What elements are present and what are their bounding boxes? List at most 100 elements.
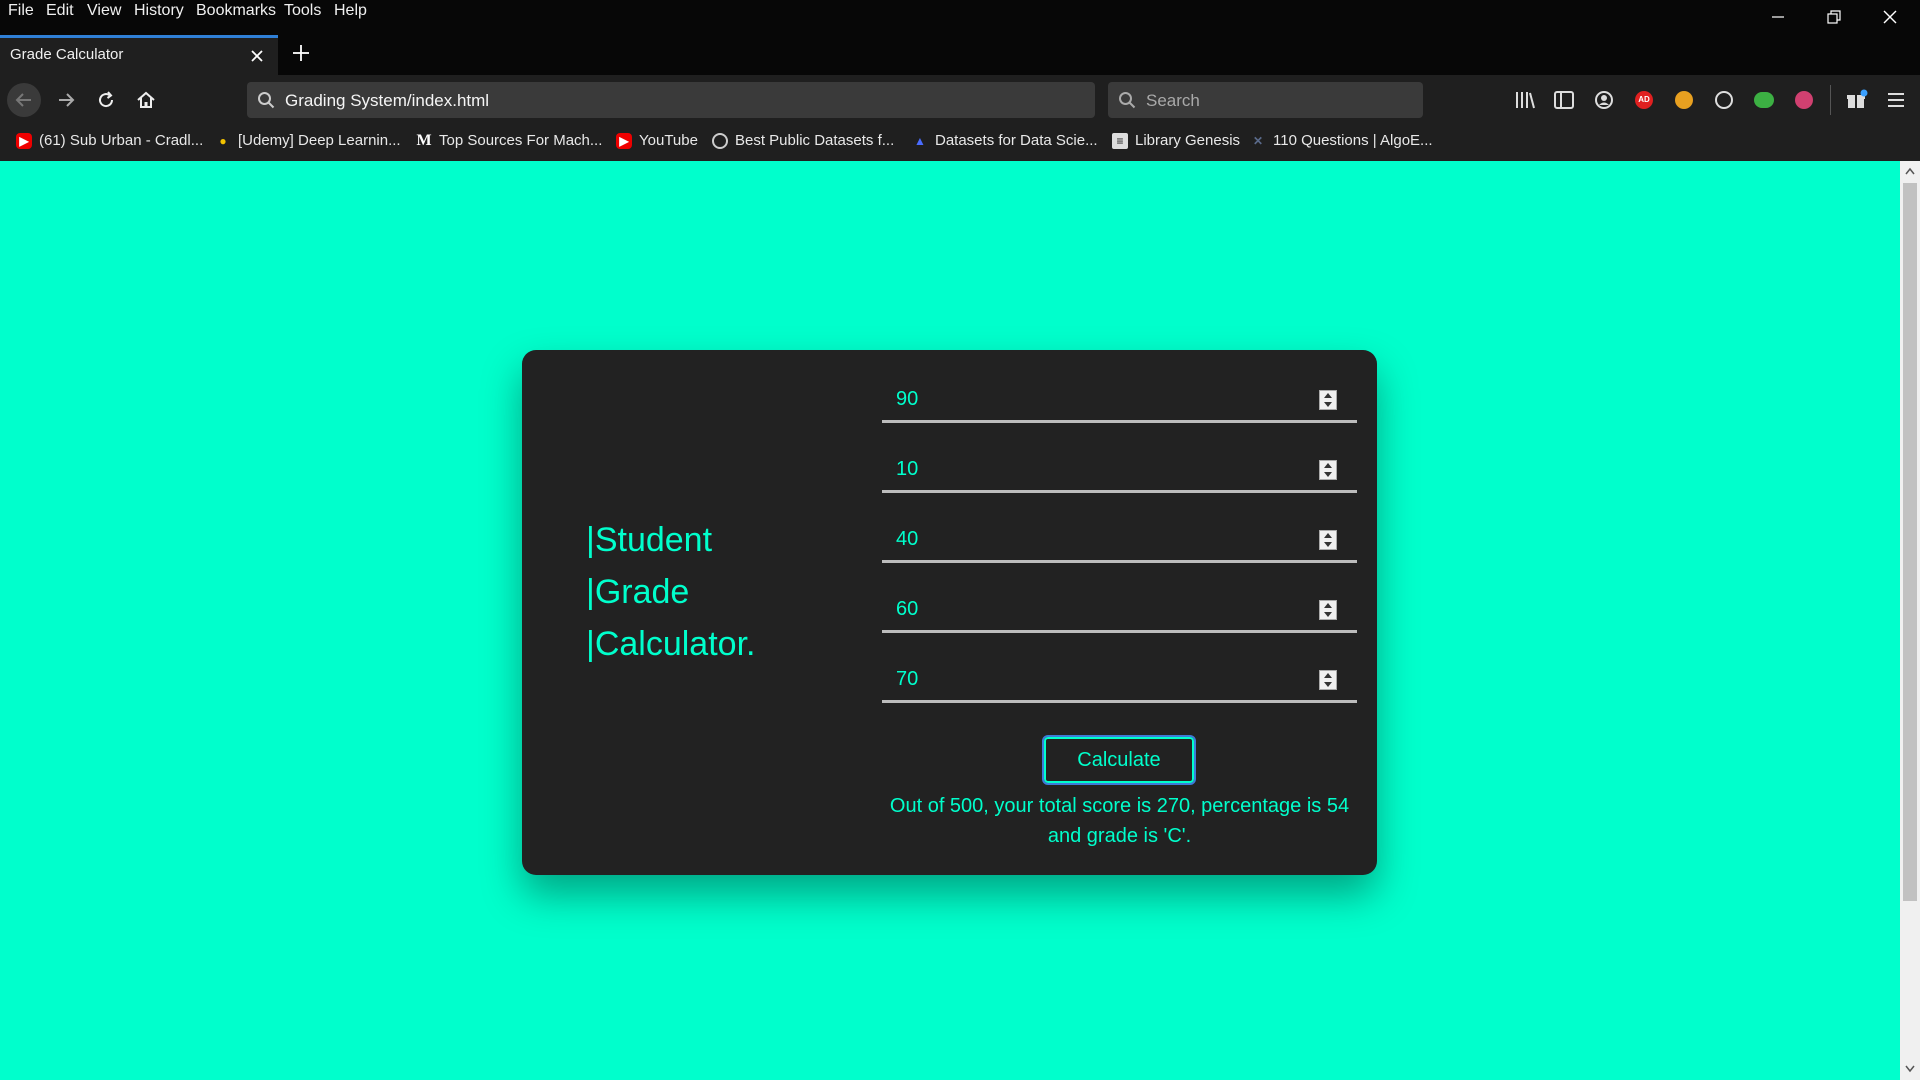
number-spinner[interactable] xyxy=(1319,530,1337,550)
sidebar-icon[interactable] xyxy=(1554,91,1574,109)
bookmark-item[interactable]: ≡ Library Genesis xyxy=(1112,132,1240,149)
address-bar[interactable]: Grading System/index.html xyxy=(247,82,1095,118)
calculator-card: |Student |Grade |Calculator. 90 10 40 60… xyxy=(522,350,1377,875)
title-line-grade: |Grade xyxy=(586,573,690,611)
spin-down-icon xyxy=(1324,402,1332,407)
score-value: 40 xyxy=(896,528,919,550)
score-input-4[interactable]: 60 xyxy=(882,590,1357,633)
bookmark-item[interactable]: ▲ Datasets for Data Scie... xyxy=(912,132,1098,149)
spin-up-icon xyxy=(1324,393,1332,398)
tab-grade-calculator[interactable]: Grade Calculator xyxy=(0,35,278,75)
library-icon[interactable] xyxy=(1514,90,1536,110)
navigation-bar: Grading System/index.html Search AD xyxy=(0,75,1920,126)
new-tab-icon[interactable] xyxy=(292,44,310,62)
vertical-scrollbar[interactable] xyxy=(1900,161,1920,1080)
spin-down-icon xyxy=(1324,612,1332,617)
page-title: |Student |Grade |Calculator. xyxy=(586,514,755,670)
tab-bar: Grade Calculator xyxy=(0,27,1920,75)
home-icon[interactable] xyxy=(136,90,156,110)
youtube-icon: ▶ xyxy=(16,132,32,149)
number-spinner[interactable] xyxy=(1319,390,1337,410)
search-bar[interactable]: Search xyxy=(1108,82,1423,118)
url-text: Grading System/index.html xyxy=(285,91,490,110)
bookmarks-bar: ▶ (61) Sub Urban - Cradl... ● [Udemy] De… xyxy=(0,126,1920,161)
score-input-2[interactable]: 10 xyxy=(882,450,1357,493)
extension-icon[interactable] xyxy=(1675,91,1693,109)
triangle-icon: ▲ xyxy=(914,133,926,148)
search-icon xyxy=(258,92,275,109)
bookmark-item[interactable]: ● [Udemy] Deep Learnin... xyxy=(215,132,401,149)
bookmark-item[interactable]: ▶ (61) Sub Urban - Cradl... xyxy=(16,132,203,149)
spin-up-icon xyxy=(1324,673,1332,678)
algo-icon: ✕ xyxy=(1252,133,1264,148)
title-line-student: |Student xyxy=(586,521,713,559)
spin-up-icon xyxy=(1324,533,1332,538)
extension-icon[interactable] xyxy=(1795,91,1813,109)
title-line-calculator: |Calculator. xyxy=(586,625,756,663)
hamburger-menu-icon[interactable] xyxy=(1887,91,1905,109)
score-input-3[interactable]: 40 xyxy=(882,520,1357,563)
score-input-1[interactable]: 90 xyxy=(882,380,1357,423)
globe-icon xyxy=(712,132,728,149)
score-input-5[interactable]: 70 xyxy=(882,660,1357,703)
result-line-1: Out of 500, your total score is 270, per… xyxy=(889,795,1350,817)
result-text: Out of 500, your total score is 270, per… xyxy=(882,791,1357,851)
search-placeholder: Search xyxy=(1146,91,1200,110)
bookmark-label: 110 Questions | AlgoE... xyxy=(1273,132,1433,149)
spin-down-icon xyxy=(1324,542,1332,547)
bookmark-item[interactable]: ✕ 110 Questions | AlgoE... xyxy=(1250,132,1433,149)
menu-tools[interactable]: Tools xyxy=(284,2,321,20)
bookmark-label: Best Public Datasets f... xyxy=(735,132,895,149)
result-line-2: and grade is 'C'. xyxy=(1047,825,1192,847)
whats-new-icon[interactable] xyxy=(1846,89,1868,111)
menu-bookmarks[interactable]: Bookmarks xyxy=(196,2,276,20)
bookmark-item[interactable]: Best Public Datasets f... xyxy=(712,132,894,149)
reload-icon[interactable] xyxy=(97,91,115,109)
menu-help[interactable]: Help xyxy=(334,2,367,20)
number-spinner[interactable] xyxy=(1319,600,1337,620)
adblock-extension-icon[interactable]: AD xyxy=(1635,91,1653,109)
search-icon xyxy=(1119,92,1136,109)
bookmark-label: Library Genesis xyxy=(1135,132,1241,149)
score-value: 90 xyxy=(896,388,919,410)
extension-icon[interactable] xyxy=(1754,92,1774,108)
bookmark-label: Top Sources For Mach... xyxy=(439,132,603,149)
toolbar-divider xyxy=(1830,85,1831,115)
extension-icon[interactable] xyxy=(1715,91,1733,109)
youtube-icon: ▶ xyxy=(616,132,632,149)
scroll-down-arrow-icon[interactable] xyxy=(1905,1065,1915,1073)
bookmark-item[interactable]: M Top Sources For Mach... xyxy=(416,132,602,149)
back-arrow-icon xyxy=(15,93,31,107)
menu-view[interactable]: View xyxy=(87,2,121,20)
number-spinner[interactable] xyxy=(1319,460,1337,480)
account-icon[interactable] xyxy=(1594,90,1614,110)
medium-icon: M xyxy=(416,131,432,149)
scrollbar-thumb[interactable] xyxy=(1903,183,1917,901)
bookmark-label: Datasets for Data Scie... xyxy=(935,132,1098,149)
page-viewport: |Student |Grade |Calculator. 90 10 40 60… xyxy=(0,161,1900,1080)
score-value: 60 xyxy=(896,598,919,620)
spin-down-icon xyxy=(1324,472,1332,477)
menu-edit[interactable]: Edit xyxy=(46,2,74,20)
number-spinner[interactable] xyxy=(1319,670,1337,690)
menu-file[interactable]: File xyxy=(8,2,34,20)
lightbulb-icon: ● xyxy=(219,133,227,148)
bookmark-item[interactable]: ▶ YouTube xyxy=(616,132,698,149)
calculate-button[interactable]: Calculate xyxy=(1042,735,1196,785)
bookmark-label: YouTube xyxy=(639,132,698,149)
bookmark-label: [Udemy] Deep Learnin... xyxy=(238,132,401,149)
book-icon: ≡ xyxy=(1112,132,1128,149)
minimize-icon xyxy=(1772,16,1784,18)
score-value: 10 xyxy=(896,458,919,480)
restore-icon xyxy=(1827,10,1841,24)
tab-title: Grade Calculator xyxy=(10,46,124,63)
menu-history[interactable]: History xyxy=(134,2,184,20)
forward-arrow-icon[interactable] xyxy=(57,91,75,109)
close-tab-icon[interactable] xyxy=(250,49,264,63)
scroll-up-arrow-icon[interactable] xyxy=(1905,167,1915,175)
spin-up-icon xyxy=(1324,463,1332,468)
bookmark-label: (61) Sub Urban - Cradl... xyxy=(39,132,204,149)
back-button[interactable] xyxy=(7,83,41,117)
spin-down-icon xyxy=(1324,682,1332,687)
menu-bar: File Edit View History Bookmarks Tools H… xyxy=(0,0,1920,27)
